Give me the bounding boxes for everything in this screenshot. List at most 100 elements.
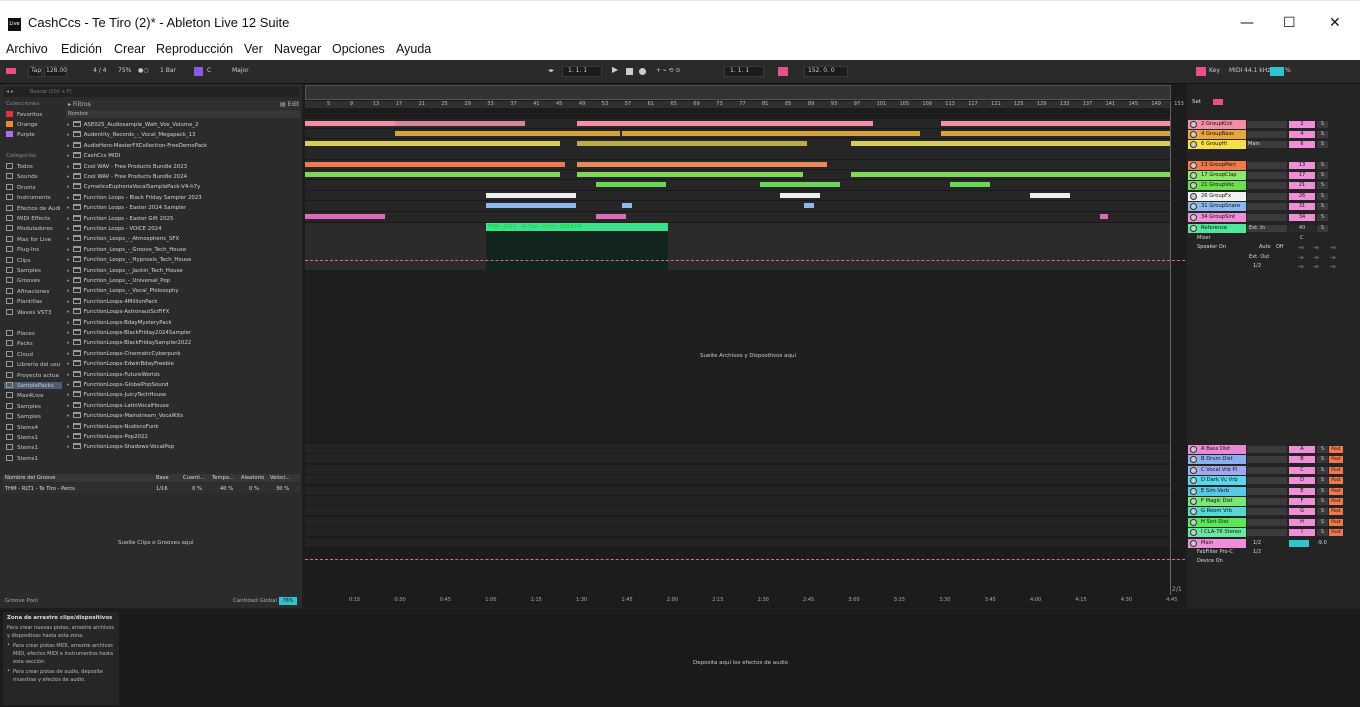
groove-column-header[interactable]: Aleatorio <box>241 475 264 481</box>
category-item[interactable]: MIDI Effects <box>6 215 50 222</box>
return-track-header[interactable]: E Sim Verb <box>1188 486 1246 496</box>
return-track-header[interactable]: H Sint Dist <box>1188 517 1246 527</box>
track-header[interactable]: 17 GroupClap <box>1188 171 1246 180</box>
expand-arrow-icon[interactable]: ▸ <box>67 268 70 274</box>
place-item[interactable]: Cloud <box>6 350 33 358</box>
track-header[interactable]: 13 GroupPerc <box>1188 161 1246 170</box>
category-item[interactable]: Max for Live <box>6 235 51 243</box>
arrangement-clip[interactable] <box>486 193 576 198</box>
track-activator-icon[interactable] <box>1190 121 1197 128</box>
follow-icon[interactable]: ◂▸ <box>548 67 554 74</box>
category-item[interactable]: Plug-Ins <box>6 246 39 253</box>
expand-arrow-icon[interactable]: ▸ <box>67 247 70 253</box>
return-track-header[interactable]: B Drum Dist <box>1188 455 1246 465</box>
solo-button[interactable]: S <box>1317 214 1328 221</box>
track-activator-icon[interactable] <box>1190 529 1197 537</box>
return-io-slot[interactable] <box>1247 529 1287 537</box>
expand-arrow-icon[interactable]: ▸ <box>67 216 70 222</box>
groove-cell-quant[interactable]: 0 % <box>192 486 202 492</box>
arrangement-clip[interactable] <box>305 162 565 167</box>
post-button[interactable]: Post <box>1329 529 1343 537</box>
browser-folder-row[interactable]: ▸ FunctionLoops-Pop2022 <box>67 433 148 440</box>
track-volume[interactable]: 21 <box>1289 182 1315 189</box>
place-item[interactable]: Stems1 <box>6 434 38 441</box>
browser-folder-row[interactable]: ▸ FunctionLoops-BlackFriday2024Sampler <box>67 329 191 336</box>
arrangement-clip[interactable] <box>622 203 632 208</box>
main-volume-meter[interactable] <box>1289 540 1309 547</box>
browser-folder-row[interactable]: ▸ Cool WAV - Free Products Bundle 2023 <box>67 162 187 170</box>
arrangement-clip[interactable] <box>577 172 803 177</box>
track-header[interactable]: Reference <box>1188 224 1246 233</box>
track-header[interactable]: 2 GroupKick <box>1188 120 1246 129</box>
track-volume[interactable]: 6 <box>1289 141 1315 148</box>
return-volume[interactable]: F <box>1289 498 1315 505</box>
track-volume[interactable]: 26 <box>1289 193 1315 200</box>
arrangement-clip[interactable] <box>851 141 1171 146</box>
solo-button[interactable]: S <box>1317 121 1328 128</box>
track-activator-icon[interactable] <box>1190 131 1197 138</box>
arrangement-clip[interactable] <box>395 131 620 136</box>
browser-folder-row[interactable]: ▸ FunctionLoops-FutureWorlds <box>67 370 160 378</box>
return-track-header[interactable]: I CLA-76 Stereo <box>1188 528 1246 538</box>
track-activator-icon[interactable] <box>1190 498 1197 505</box>
track-lane[interactable] <box>305 212 1171 223</box>
arrangement-clip[interactable] <box>486 203 576 208</box>
expand-arrow-icon[interactable]: ▸ <box>67 330 70 336</box>
arrangement-clip[interactable] <box>305 172 560 177</box>
solo-button[interactable]: S <box>1317 131 1328 138</box>
track-activator-icon[interactable] <box>1190 456 1197 464</box>
return-volume[interactable]: C <box>1289 466 1315 474</box>
track-io-slot[interactable] <box>1247 131 1287 138</box>
track-activator-icon[interactable] <box>1190 162 1197 169</box>
expand-arrow-icon[interactable]: ▸ <box>67 361 70 367</box>
search-bar[interactable]: ◂ ▸ Buscar (Ctrl + F) <box>4 87 300 97</box>
category-item[interactable]: Grooves <box>6 277 40 284</box>
collection-item[interactable]: Purple <box>6 131 35 138</box>
filters-toggle[interactable]: ▸ Filtros <box>68 101 91 108</box>
place-item[interactable]: Stems1 <box>6 444 38 451</box>
return-lane[interactable] <box>305 475 1171 486</box>
track-volume[interactable]: 34 <box>1289 214 1315 221</box>
track-volume[interactable]: 4 <box>1289 131 1315 138</box>
category-item[interactable]: Sounds <box>6 173 38 180</box>
track-io-slot[interactable] <box>1247 182 1287 189</box>
post-button[interactable]: Post <box>1329 508 1343 516</box>
close-button[interactable]: ✕ <box>1329 15 1341 31</box>
midi-map-button[interactable]: MIDI <box>1229 67 1242 74</box>
browser-folder-row[interactable]: ▸ FunctionLoops-Shadows-VocalPop <box>67 443 174 450</box>
tempo-field[interactable]: 128.00 <box>46 67 67 74</box>
reference-speaker[interactable]: Speaker On <box>1197 244 1226 250</box>
arrangement-clip[interactable] <box>305 214 385 219</box>
menu-edicion[interactable]: Edición <box>61 42 102 56</box>
metronome-icon[interactable]: ●○ <box>138 67 148 74</box>
post-button[interactable]: Post <box>1329 518 1343 526</box>
category-item[interactable]: Samples <box>6 267 41 274</box>
track-activator-icon[interactable] <box>1190 508 1197 516</box>
expand-arrow-icon[interactable]: ▸ <box>67 351 70 357</box>
groove-column-header[interactable]: Cuanti... <box>183 475 205 481</box>
browser-folder-row[interactable]: ▸ Cool WAV - Free Products Bundle 2024 <box>67 173 187 180</box>
browser-folder-row[interactable]: ▸ FunctionLoops-JuicyTechHouse <box>67 391 166 398</box>
browser-folder-row[interactable]: ▸ Function Loops - Easter 2024 Sampler <box>67 204 186 211</box>
reference-off[interactable]: Off <box>1276 244 1283 250</box>
track-io-slot[interactable] <box>1247 203 1287 210</box>
groove-column-header[interactable]: Tempo... <box>212 475 234 481</box>
reference-half[interactable]: 1/2 <box>1253 263 1261 269</box>
category-item[interactable]: Todos <box>6 163 33 170</box>
collection-item[interactable]: Orange <box>6 121 38 128</box>
arrangement-clip[interactable] <box>577 121 873 126</box>
track-activator-icon[interactable] <box>1190 203 1197 210</box>
expand-arrow-icon[interactable]: ▸ <box>67 413 70 419</box>
expand-arrow-icon[interactable]: ▸ <box>67 434 70 440</box>
swing-field[interactable]: 75% <box>118 67 131 74</box>
overdub-icon[interactable]: + ⌁ ⟲ ⊙ <box>656 67 680 74</box>
output-select[interactable]: Main <box>1248 141 1260 147</box>
return-track-header[interactable]: G Room Vrb <box>1188 507 1246 517</box>
loop-toggle-icon[interactable] <box>778 67 788 76</box>
loop-start[interactable]: 1. 1. 1 <box>730 67 749 74</box>
category-item[interactable]: Afinaciones <box>6 287 49 295</box>
collection-item[interactable]: Favoritos <box>6 111 42 118</box>
track-volume[interactable]: 17 <box>1289 172 1315 179</box>
browser-folder-row[interactable]: ▸ ASE025_Audiosample_Watt_Vox_Volume_2 <box>67 121 199 128</box>
scale-select[interactable]: Major <box>232 67 249 74</box>
